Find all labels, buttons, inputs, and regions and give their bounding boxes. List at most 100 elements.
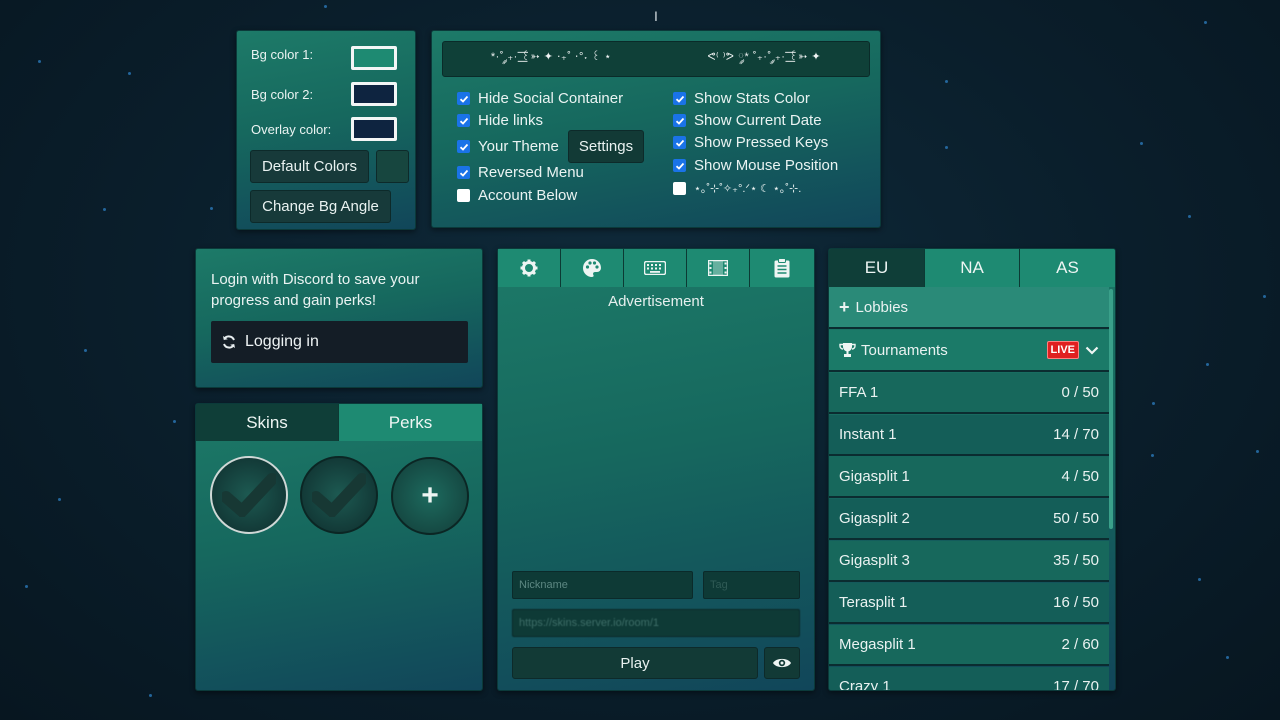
show-mouse-position-option[interactable]: Show Mouse Position <box>673 157 838 174</box>
option-label: Your Theme <box>478 138 559 155</box>
login-message: Login with Discord to save your progress… <box>211 271 420 309</box>
play-button[interactable]: Play <box>512 647 758 679</box>
option-label: Show Mouse Position <box>694 157 839 174</box>
discord-login-button[interactable]: Logging in <box>211 321 468 363</box>
server-player-count: 14 / 70 <box>1053 426 1099 443</box>
tag-input[interactable]: Tag <box>703 571 800 599</box>
overlay-color-swatch[interactable] <box>351 117 397 141</box>
skins-panel: Skins Perks + <box>195 403 483 691</box>
plus-icon: + <box>839 296 850 317</box>
bg-color-2-label: Bg color 2: <box>251 87 314 102</box>
tab-settings[interactable] <box>498 249 561 287</box>
option-label: Hide links <box>478 112 544 129</box>
checkbox-checked-icon[interactable] <box>673 114 686 127</box>
checkbox-checked-icon[interactable] <box>673 92 686 105</box>
decorative-option[interactable]: ⋆｡˚⊹˚✧₊°.ᐟ⋆ ☾ ⋆｡˚⊹. <box>673 180 801 196</box>
lobbies-row[interactable]: + Lobbies <box>829 287 1109 329</box>
server-row[interactable]: Instant 1 14 / 70 <box>829 415 1109 456</box>
tab-replays[interactable] <box>687 249 750 287</box>
tab-hotkeys[interactable] <box>624 249 687 287</box>
spectate-button[interactable] <box>764 647 800 679</box>
checkbox-checked-icon[interactable] <box>457 92 470 105</box>
option-label: Show Pressed Keys <box>694 134 829 151</box>
overlay-color-label: Overlay color: <box>251 122 332 137</box>
lobbies-label: Lobbies <box>855 298 909 316</box>
server-player-count: 4 / 50 <box>1061 468 1099 485</box>
refresh-icon <box>221 334 237 350</box>
palette-icon <box>583 259 601 277</box>
nickname-input[interactable]: Nickname <box>512 571 693 599</box>
checkbox-checked-icon[interactable] <box>457 140 470 153</box>
checkbox-checked-icon[interactable] <box>673 159 686 172</box>
color-preview-button[interactable] <box>376 150 409 183</box>
clipboard-icon <box>774 258 790 278</box>
tab-perks[interactable]: Perks <box>339 404 482 441</box>
title-decoration-left: *·˚ ༘₊· ͟͟͞͞꒰➳ ✦ ‧₊˚ ⋅°˖ ꒰ ⋆ <box>490 50 612 63</box>
tab-changelog[interactable] <box>750 249 814 287</box>
server-name: Instant 1 <box>839 426 897 443</box>
change-bg-angle-button[interactable]: Change Bg Angle <box>250 190 391 223</box>
checkbox-unchecked-icon[interactable] <box>673 181 686 195</box>
hide-links-option[interactable]: Hide links <box>457 112 543 129</box>
server-row[interactable]: Terasplit 1 16 / 50 <box>829 583 1109 624</box>
bg-color-2-swatch[interactable] <box>351 82 397 106</box>
tab-region-na[interactable]: NA <box>925 249 1020 287</box>
checkbox-checked-icon[interactable] <box>673 136 686 149</box>
options-title-bar: *·˚ ༘₊· ͟͟͞͞꒰➳ ✦ ‧₊˚ ⋅°˖ ꒰ ⋆ ᕙ⁽ ⁾ᕗ ༘* ˚₊… <box>442 41 870 77</box>
servers-panel: EU NA AS + Lobbies Tournaments LIVE FFA … <box>828 248 1116 691</box>
show-stats-color-option[interactable]: Show Stats Color <box>673 90 810 107</box>
scrollbar[interactable] <box>1109 289 1113 529</box>
show-pressed-keys-option[interactable]: Show Pressed Keys <box>673 134 828 151</box>
server-row[interactable]: FFA 1 0 / 50 <box>829 373 1109 414</box>
server-row[interactable]: Gigasplit 2 50 / 50 <box>829 499 1109 540</box>
login-button-label: Logging in <box>245 333 319 350</box>
gear-icon <box>520 259 538 277</box>
film-icon <box>708 260 728 276</box>
default-colors-button[interactable]: Default Colors <box>250 150 369 183</box>
trophy-icon <box>839 342 856 358</box>
hide-social-container-option[interactable]: Hide Social Container <box>457 90 623 107</box>
checkbox-unchecked-icon[interactable] <box>457 189 470 202</box>
server-player-count: 50 / 50 <box>1053 510 1099 527</box>
tournaments-row[interactable]: Tournaments LIVE <box>829 330 1109 372</box>
plus-icon: + <box>421 479 439 512</box>
account-below-option[interactable]: Account Below <box>457 187 577 204</box>
server-name: Gigasplit 2 <box>839 510 910 527</box>
add-skin-button[interactable]: + <box>391 457 469 535</box>
option-label: Hide Social Container <box>478 90 624 107</box>
server-row[interactable]: Megasplit 1 2 / 60 <box>829 625 1109 666</box>
reversed-menu-option[interactable]: Reversed Menu <box>457 164 584 181</box>
skin-slot-1[interactable] <box>210 456 288 534</box>
skin-slot-2[interactable] <box>300 456 378 534</box>
server-name: Terasplit 1 <box>839 594 908 611</box>
server-row[interactable]: Crazy 1 17 / 70 <box>829 667 1109 690</box>
server-name: FFA 1 <box>839 384 879 401</box>
server-row[interactable]: Gigasplit 1 4 / 50 <box>829 457 1109 498</box>
main-panel: Advertisement Nickname Tag https://skins… <box>497 248 815 691</box>
checkbox-checked-icon[interactable] <box>457 166 470 179</box>
bg-color-1-label: Bg color 1: <box>251 47 314 62</box>
tab-theme[interactable] <box>561 249 624 287</box>
show-current-date-option[interactable]: Show Current Date <box>673 112 822 129</box>
server-row[interactable]: Gigasplit 3 35 / 50 <box>829 541 1109 582</box>
tab-skins[interactable]: Skins <box>196 404 339 441</box>
server-url-input[interactable]: https://skins.server.io/room/1 <box>512 609 800 637</box>
tab-region-eu[interactable]: EU <box>829 249 925 287</box>
option-label: Show Current Date <box>694 112 822 129</box>
advertisement-label: Advertisement <box>608 293 704 310</box>
text-cursor: I <box>654 8 658 24</box>
skins-tabbar: Skins Perks <box>196 404 482 441</box>
live-badge: LIVE <box>1046 341 1079 359</box>
server-name: Gigasplit 1 <box>839 468 910 485</box>
chevron-down-icon[interactable] <box>1085 346 1099 355</box>
your-theme-option[interactable]: Your Theme <box>457 138 559 155</box>
server-player-count: 16 / 50 <box>1053 594 1099 611</box>
tab-region-as[interactable]: AS <box>1020 249 1115 287</box>
options-panel: *·˚ ༘₊· ͟͟͞͞꒰➳ ✦ ‧₊˚ ⋅°˖ ꒰ ⋆ ᕙ⁽ ⁾ᕗ ༘* ˚₊… <box>431 30 881 228</box>
bg-color-1-swatch[interactable] <box>351 46 397 70</box>
option-label: Show Stats Color <box>694 90 810 107</box>
theme-settings-button[interactable]: Settings <box>568 130 644 163</box>
option-label: ⋆｡˚⊹˚✧₊°.ᐟ⋆ ☾ ⋆｡˚⊹. <box>694 183 802 195</box>
checkbox-checked-icon[interactable] <box>457 114 470 127</box>
server-name: Gigasplit 3 <box>839 552 910 569</box>
